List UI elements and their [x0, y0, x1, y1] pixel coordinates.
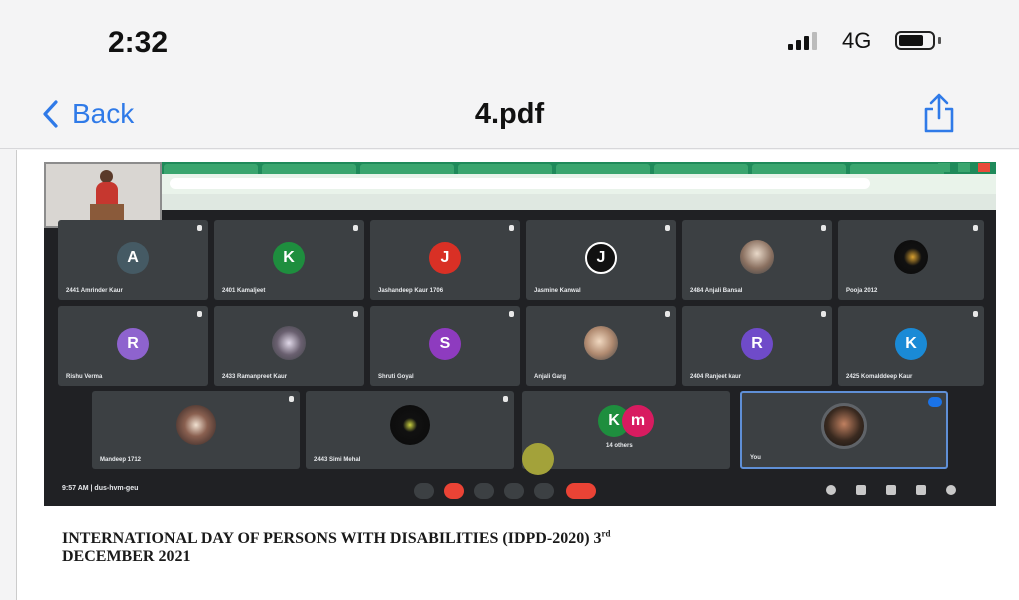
participant-avatar: m: [622, 405, 654, 437]
participant-name: 2425 Komalddeep Kaur: [846, 374, 913, 380]
participant-avatar: K: [895, 328, 927, 360]
reaction-icon: [522, 443, 554, 475]
participant-tile-self: You: [740, 391, 948, 469]
caption-date: DECEMBER 2021: [62, 548, 191, 565]
participant-avatar: A: [117, 242, 149, 274]
participant-name: Rishu Verma: [66, 374, 103, 380]
participant-avatar: R: [741, 328, 773, 360]
presenter-video-thumbnail: [44, 162, 162, 228]
document-caption: INTERNATIONAL DAY OF PERSONS WITH DISABI…: [62, 528, 972, 566]
participant-tile: Anjali Garg: [526, 306, 676, 386]
meeting-screenshot-image: A 2441 Amrinder Kaur K 2401 Kamaljeet J …: [44, 162, 996, 506]
browser-bookmarks-bar: [44, 194, 996, 210]
participant-avatar: J: [585, 242, 617, 274]
participant-name: 2433 Ramanpreet Kaur: [222, 374, 288, 380]
status-bar: 2:32 4G: [0, 0, 1019, 80]
participant-tile: Mandeep 1712: [92, 391, 300, 469]
document-title: 4.pdf: [474, 98, 545, 130]
participant-name: Shruti Goyal: [378, 374, 414, 380]
participant-photo: [740, 240, 774, 274]
battery-icon: [895, 31, 935, 50]
microphone-icon: [414, 483, 434, 499]
participant-name: Jashandeep Kaur 1706: [378, 288, 444, 294]
participant-name: 2404 Ranjeet kaur: [690, 374, 742, 380]
network-type: 4G: [842, 28, 872, 53]
participant-photo: [390, 405, 430, 445]
participant-avatar: S: [429, 328, 461, 360]
participant-photo: [821, 403, 867, 449]
participant-name: You: [750, 455, 761, 461]
participant-tile: R 2404 Ranjeet kaur: [682, 306, 832, 386]
participant-photo: [584, 326, 618, 360]
chevron-left-icon: [43, 100, 58, 128]
participant-name: 2401 Kamaljeet: [222, 288, 266, 294]
participant-photo: [176, 405, 216, 445]
meeting-controls-bar: 9:57 AM | dus-hvm-geu: [44, 474, 996, 506]
more-options-icon: [534, 483, 554, 499]
back-label: Back: [72, 98, 135, 129]
participant-tile: A 2441 Amrinder Kaur: [58, 220, 208, 300]
participant-avatar: J: [429, 242, 461, 274]
participant-name: Jasmine Kanwal: [534, 288, 581, 294]
participant-name: Pooja 2012: [846, 288, 878, 294]
participant-tile: 2484 Anjali Bansal: [682, 220, 832, 300]
end-call-icon: [566, 483, 596, 499]
participant-tile: R Rishu Verma: [58, 306, 208, 386]
signal-strength-icon: [788, 32, 817, 50]
battery-cap-icon: [938, 37, 941, 44]
participant-photo: [272, 326, 306, 360]
navigation-bar: Back 4.pdf: [0, 80, 1019, 149]
camera-off-icon: [444, 483, 464, 499]
browser-tab-strip: [44, 162, 996, 174]
participant-name: Mandeep 1712: [100, 457, 142, 463]
participant-tile: Pooja 2012: [838, 220, 984, 300]
participant-tile: S Shruti Goyal: [370, 306, 520, 386]
participant-name: 2443 Simi Mehal: [314, 457, 361, 463]
share-button[interactable]: [921, 92, 957, 139]
participant-tile: 2443 Simi Mehal: [306, 391, 514, 469]
status-time: 2:32: [108, 26, 169, 59]
participant-tile: K 2401 Kamaljeet: [214, 220, 364, 300]
participant-tile: K 2425 Komalddeep Kaur: [838, 306, 984, 386]
participant-name: Anjali Garg: [534, 374, 567, 380]
present-icon: [504, 483, 524, 499]
back-button[interactable]: Back: [42, 98, 134, 130]
share-icon: [924, 93, 954, 133]
participant-tile: J Jasmine Kanwal: [526, 220, 676, 300]
browser-address-bar: [44, 174, 996, 194]
participant-tile: 2433 Ramanpreet Kaur: [214, 306, 364, 386]
participant-name: 2441 Amrinder Kaur: [66, 288, 123, 294]
participant-tile: J Jashandeep Kaur 1706: [370, 220, 520, 300]
activities-icon: [916, 485, 926, 495]
participant-avatar: R: [117, 328, 149, 360]
participant-name: 2484 Anjali Bansal: [690, 288, 743, 294]
participant-avatar: K: [273, 242, 305, 274]
caption-superscript: rd: [601, 528, 611, 539]
host-controls-icon: [946, 485, 956, 495]
captions-icon: [474, 483, 494, 499]
chat-icon: [886, 485, 896, 495]
meeting-time-code: 9:57 AM | dus-hvm-geu: [62, 485, 139, 492]
speaking-indicator-icon: [928, 397, 942, 407]
people-icon: [856, 485, 866, 495]
others-count: 14 others: [606, 443, 633, 449]
caption-line: INTERNATIONAL DAY OF PERSONS WITH DISABI…: [62, 530, 602, 547]
participant-photo: [894, 240, 928, 274]
info-icon: [826, 485, 836, 495]
